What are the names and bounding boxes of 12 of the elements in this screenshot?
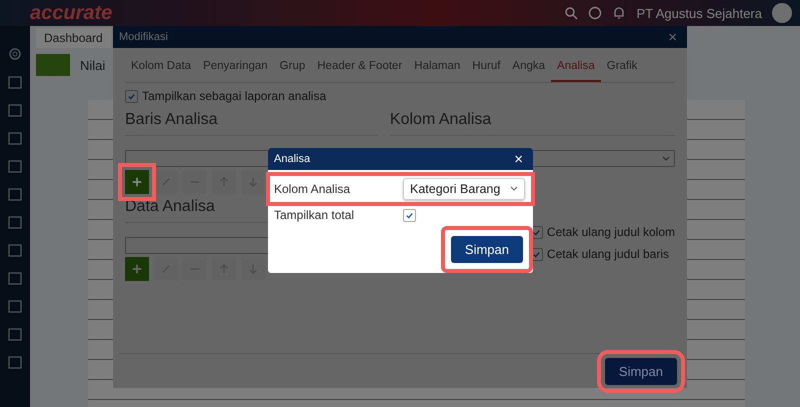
section-heading: Baris Analisa [125,107,378,136]
checkbox-label: Cetak ulang judul baris [546,247,669,261]
page-title: Nilai [80,58,106,72]
logo: accurate [30,2,112,24]
field-label: Kolom Analisa [274,182,352,196]
field-label: Tampilkan total [274,208,356,222]
company-name: PT Agustus Sejahtera [636,6,762,20]
checkbox-label: Cetak ulang judul kolom [546,225,675,239]
dialog-title: Analisa [274,153,310,165]
checkbox-label: Tampilkan sebagai laporan analisa [142,89,326,103]
modal-title: Modifikasi [119,31,168,43]
section-heading: Kolom Analisa [390,107,675,136]
